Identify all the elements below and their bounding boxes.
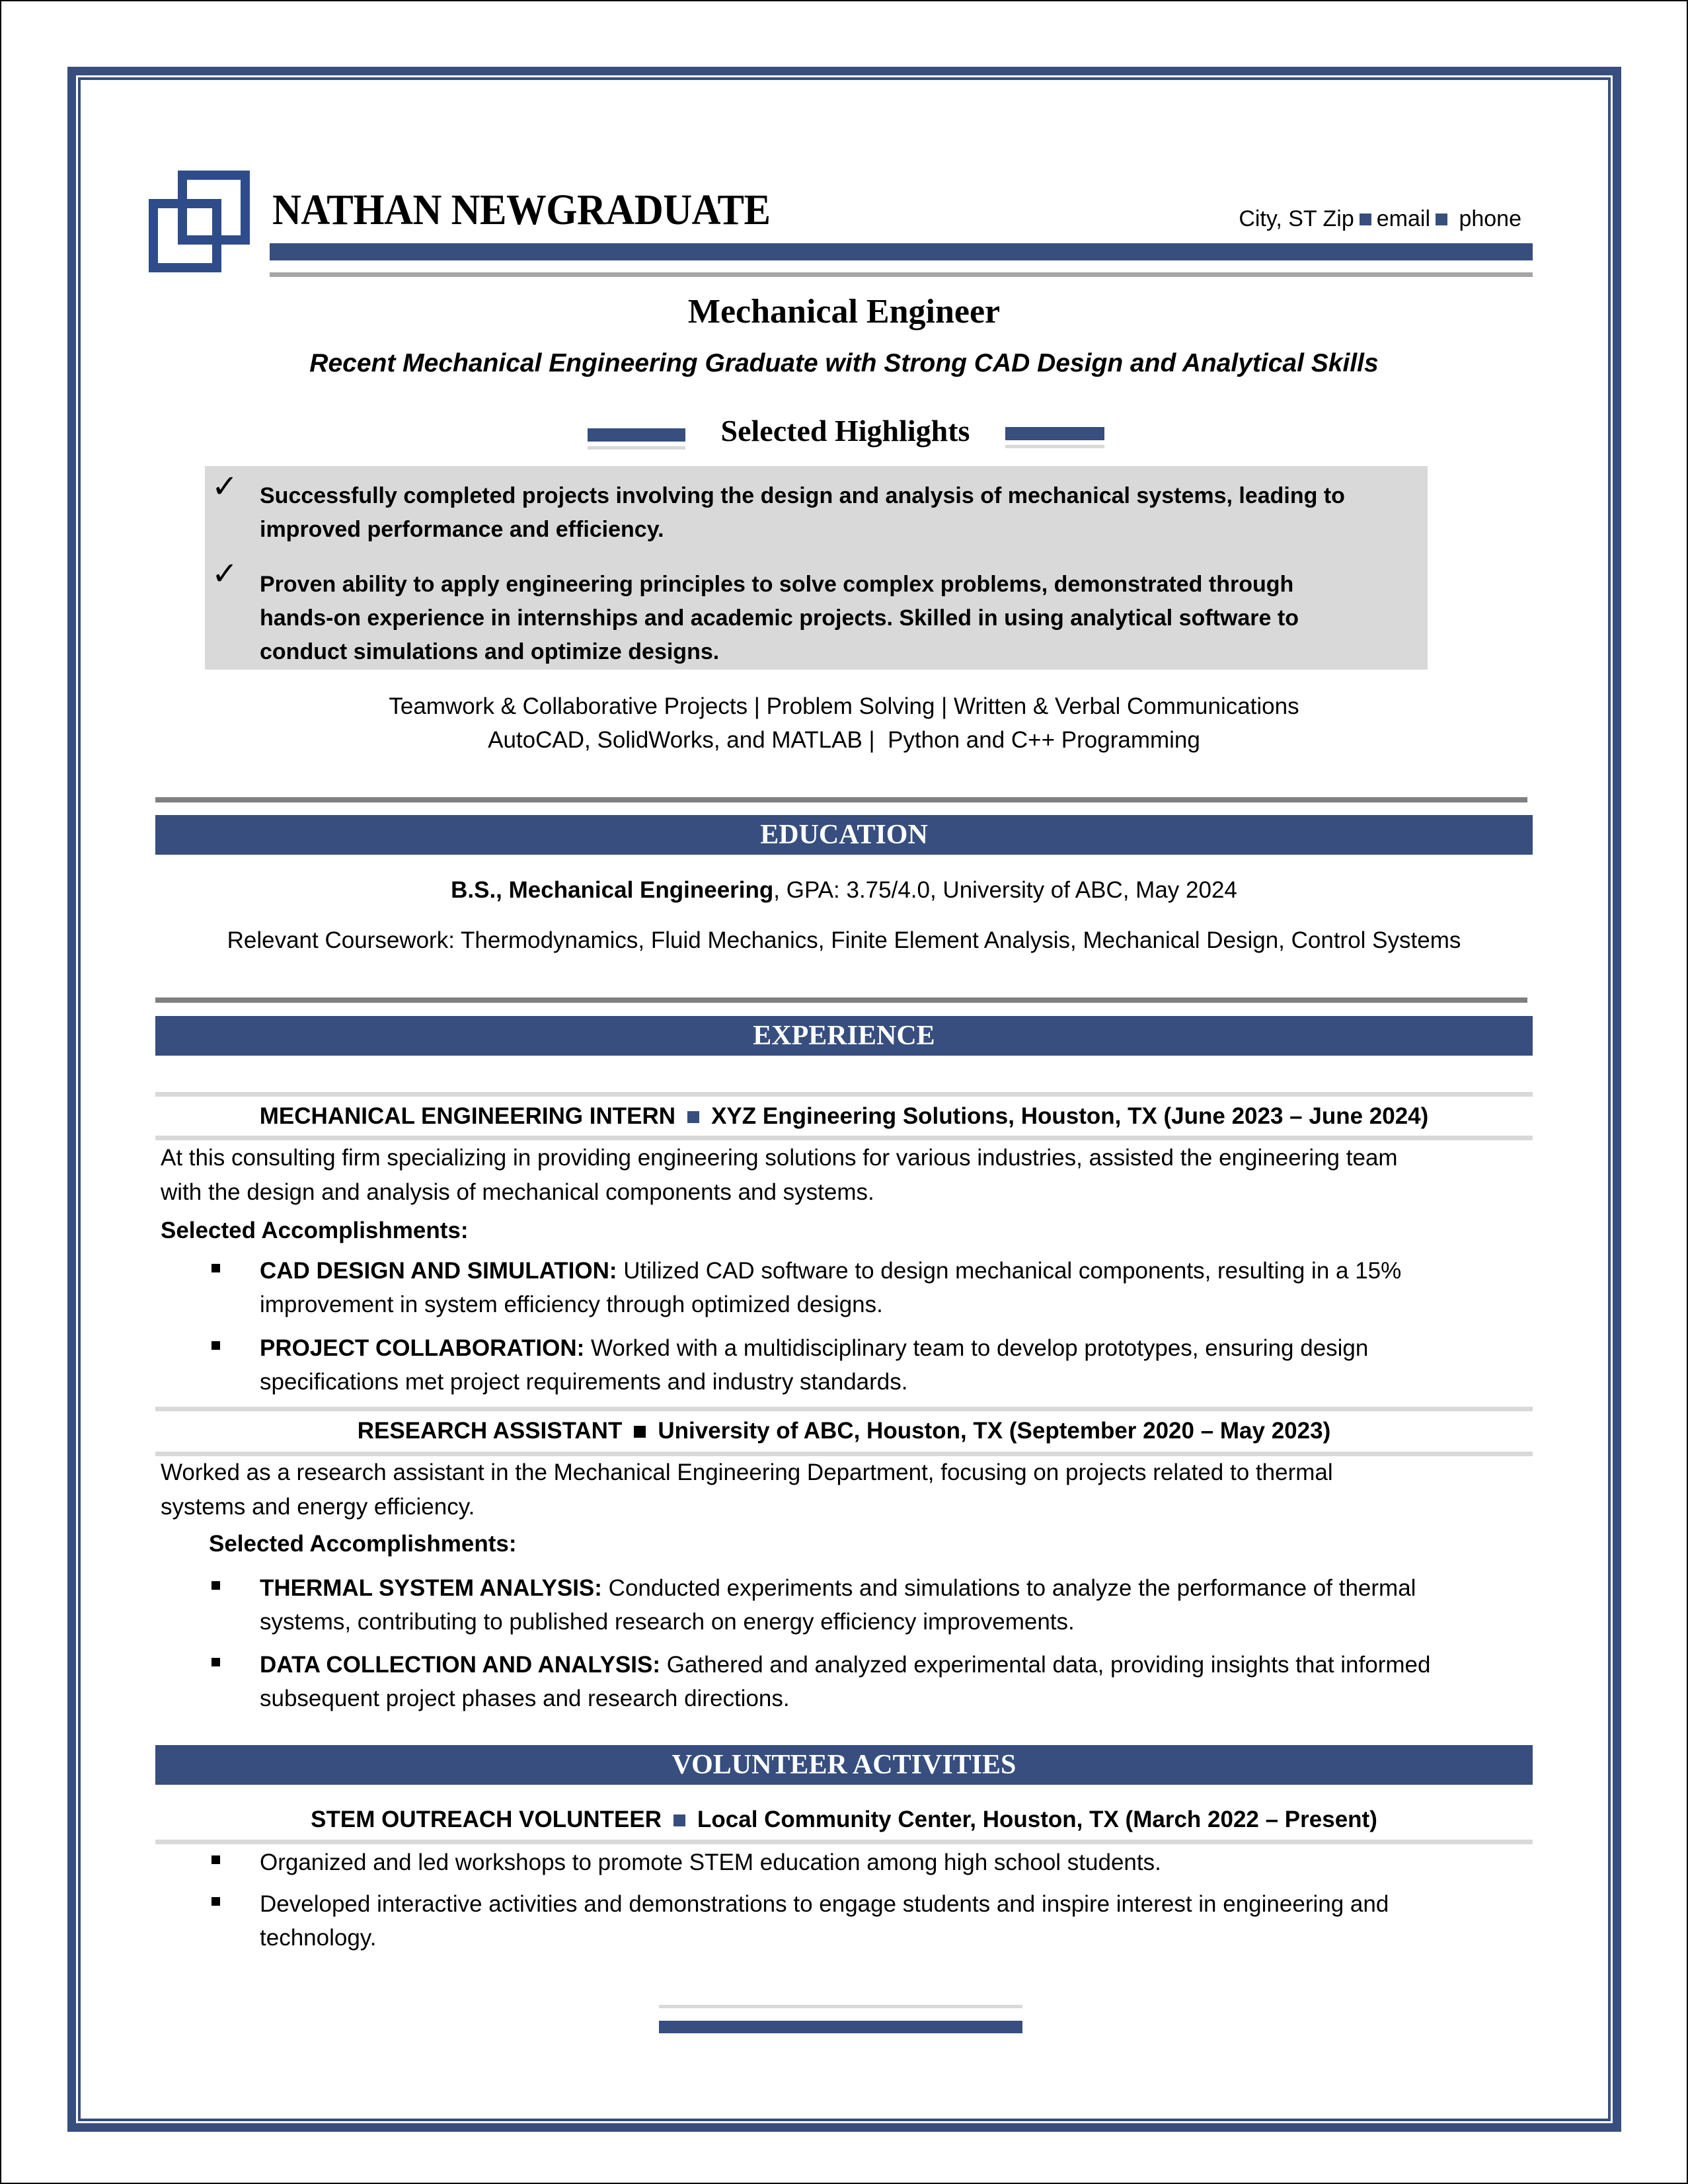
highlight-item: Proven ability to apply engineering prin… <box>260 568 1410 669</box>
accomplishment-text: Gathered and analyzed experimental data,… <box>660 1652 1431 1678</box>
job-description: At this consulting firm specializing in … <box>161 1141 1529 1210</box>
job-rule <box>155 1092 1533 1097</box>
header-rule-blue <box>270 243 1533 260</box>
bullet-square-icon <box>211 1658 220 1666</box>
candidate-name: NATHAN NEWGRADUATE <box>272 186 771 234</box>
volunteer-organization: Local Community Center, Houston, TX (Mar… <box>697 1807 1377 1832</box>
job-description: Worked as a research assistant in the Me… <box>161 1456 1529 1524</box>
overlapping-squares-logo-icon <box>149 171 250 272</box>
job-employer: University of ABC, Houston, TX (Septembe… <box>658 1418 1331 1444</box>
volunteer-text: technology. <box>260 1925 377 1951</box>
accomplishment-item: PROJECT COLLABORATION: Worked with a mul… <box>260 1331 1529 1399</box>
accomplishment-text: subsequent project phases and research d… <box>260 1686 790 1711</box>
highlight-line: hands-on experience in internships and a… <box>260 605 1299 631</box>
section-header-experience: EXPERIENCE <box>155 1016 1533 1056</box>
accomplishment-text: improvement in system efficiency through… <box>260 1292 883 1317</box>
highlights-rule-right <box>1005 427 1104 440</box>
highlight-line: Proven ability to apply engineering prin… <box>260 572 1294 597</box>
accomplishment-text: Worked with a multidisciplinary team to … <box>584 1335 1369 1361</box>
job-employer: XYZ Engineering Solutions, Houston, TX (… <box>711 1103 1429 1129</box>
separator-square-icon <box>634 1426 646 1438</box>
contact-city: City, ST Zip <box>1239 206 1354 231</box>
highlight-line: conduct simulations and optimize designs… <box>260 639 720 664</box>
section-header-education: EDUCATION <box>155 815 1533 855</box>
volunteer-text: Organized and led workshops to promote S… <box>260 1850 1161 1875</box>
job-heading: RESEARCH ASSISTANT University of ABC, Hou… <box>155 1418 1533 1444</box>
job-rule <box>155 1840 1533 1844</box>
bullet-square-icon <box>211 1341 220 1350</box>
bullet-square-icon <box>211 1581 220 1590</box>
contact-line: City, ST Zip email phone <box>1124 206 1521 232</box>
volunteer-item: Developed interactive activities and dem… <box>260 1887 1529 1955</box>
job-heading: MECHANICAL ENGINEERING INTERN XYZ Enginee… <box>155 1103 1533 1130</box>
check-icon: ✓ <box>211 555 239 592</box>
accomplishment-item: CAD DESIGN AND SIMULATION: Utilized CAD … <box>260 1254 1529 1321</box>
job-role: RESEARCH ASSISTANT <box>357 1418 623 1444</box>
separator-square-icon <box>1359 214 1371 225</box>
bullet-square-icon <box>211 1897 220 1906</box>
highlights-rule-left-light <box>588 446 685 449</box>
accomplishment-item: THERMAL SYSTEM ANALYSIS: Conducted exper… <box>260 1571 1529 1639</box>
job-role: MECHANICAL ENGINEERING INTERN <box>259 1103 676 1129</box>
section-rule <box>155 797 1527 802</box>
volunteer-text: Developed interactive activities and dem… <box>260 1891 1389 1917</box>
section-rule <box>155 997 1527 1003</box>
volunteer-heading: STEM OUTREACH VOLUNTEER Local Community C… <box>155 1807 1533 1833</box>
section-header-volunteer: VOLUNTEER ACTIVITIES <box>155 1745 1533 1785</box>
accomplishments-label: Selected Accomplishments: <box>209 1531 517 1557</box>
accomplishment-text: specifications met project requirements … <box>260 1369 908 1395</box>
footer-rule-blue <box>659 2021 1022 2033</box>
highlight-line: improved performance and efficiency. <box>260 517 664 542</box>
job-title: Mechanical Engineer <box>687 293 1001 331</box>
skills-line: AutoCAD, SolidWorks, and MATLAB | Python… <box>488 727 1200 753</box>
description-line: systems and energy efficiency. <box>161 1494 475 1520</box>
accomplishment-text: Conducted experiments and simulations to… <box>601 1575 1416 1601</box>
separator-square-icon <box>687 1111 700 1123</box>
header-rule-gray <box>270 272 1533 277</box>
degree-name: B.S., Mechanical Engineering <box>451 877 774 903</box>
education-degree: B.S., Mechanical Engineering, GPA: 3.75/… <box>155 877 1533 904</box>
degree-details: , GPA: 3.75/4.0, University of ABC, May … <box>773 877 1237 903</box>
education-coursework: Relevant Coursework: Thermodynamics, Flu… <box>227 927 1461 953</box>
description-line: At this consulting firm specializing in … <box>161 1145 1398 1171</box>
separator-square-icon <box>1436 214 1447 225</box>
bullet-square-icon <box>211 1855 220 1864</box>
contact-phone[interactable]: phone <box>1459 206 1521 231</box>
accomplishment-label: THERMAL SYSTEM ANALYSIS: <box>260 1575 602 1601</box>
highlight-line: Successfully completed projects involvin… <box>260 483 1345 508</box>
accomplishment-label: DATA COLLECTION AND ANALYSIS: <box>260 1652 661 1678</box>
accomplishments-label: Selected Accomplishments: <box>161 1218 469 1243</box>
job-rule <box>155 1407 1533 1411</box>
highlights-rule-left <box>588 428 685 442</box>
accomplishment-text: Utilized CAD software to design mechanic… <box>617 1258 1402 1284</box>
footer-rule-light <box>659 2005 1022 2008</box>
volunteer-role: STEM OUTREACH VOLUNTEER <box>311 1807 662 1832</box>
accomplishment-label: PROJECT COLLABORATION: <box>260 1335 585 1361</box>
headline-subtitle: Recent Mechanical Engineering Graduate w… <box>309 349 1379 377</box>
highlights-rule-right-light <box>1005 445 1104 448</box>
bullet-square-icon <box>211 1264 220 1272</box>
check-icon: ✓ <box>211 468 239 505</box>
contact-email[interactable]: email <box>1377 206 1430 231</box>
volunteer-item: Organized and led workshops to promote S… <box>260 1846 1529 1879</box>
highlights-heading: Selected Highlights <box>720 414 970 448</box>
description-line: Worked as a research assistant in the Me… <box>161 1460 1333 1485</box>
accomplishment-text: systems, contributing to published resea… <box>260 1609 1075 1635</box>
highlight-item: Successfully completed projects involvin… <box>260 479 1410 547</box>
accomplishment-label: CAD DESIGN AND SIMULATION: <box>260 1258 617 1284</box>
description-line: with the design and analysis of mechanic… <box>161 1179 874 1205</box>
separator-square-icon <box>673 1814 685 1826</box>
job-rule <box>155 1136 1533 1140</box>
skills-line: Teamwork & Collaborative Projects | Prob… <box>389 693 1299 719</box>
accomplishment-item: DATA COLLECTION AND ANALYSIS: Gathered a… <box>260 1648 1529 1715</box>
